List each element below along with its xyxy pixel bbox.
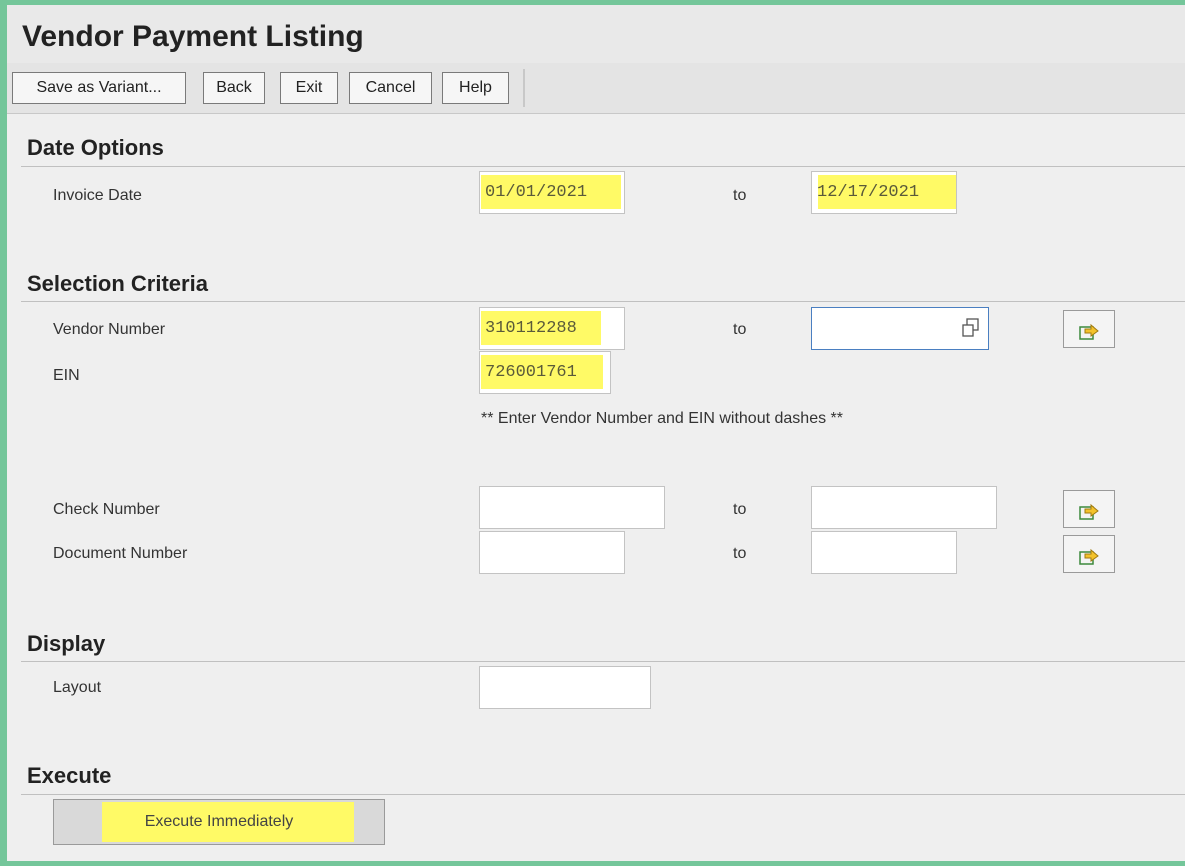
back-button[interactable]: Back bbox=[203, 72, 265, 104]
layout-label: Layout bbox=[53, 679, 102, 696]
display-heading: Display bbox=[27, 631, 106, 656]
date-options-heading: Date Options bbox=[27, 135, 164, 160]
invoice-date-from-input[interactable]: 01/01/2021 bbox=[479, 171, 625, 214]
invoice-date-label: Invoice Date bbox=[53, 187, 142, 204]
selection-criteria-heading: Selection Criteria bbox=[27, 271, 208, 296]
vendor-number-from-value: 310112288 bbox=[485, 319, 577, 338]
check-number-to-label: to bbox=[733, 501, 747, 518]
ein-input[interactable]: 726001761 bbox=[479, 351, 611, 394]
execute-immediately-label: Execute Immediately bbox=[144, 813, 294, 830]
value-help-icon[interactable] bbox=[962, 318, 980, 338]
vendor-number-to-input[interactable] bbox=[811, 307, 989, 350]
check-number-from-input[interactable] bbox=[479, 486, 665, 529]
check-number-label: Check Number bbox=[53, 501, 160, 518]
section-divider bbox=[21, 661, 1185, 662]
vendor-number-to-label: to bbox=[733, 321, 747, 338]
section-divider bbox=[21, 166, 1185, 167]
help-button[interactable]: Help bbox=[442, 72, 509, 104]
input-instruction-note: ** Enter Vendor Number and EIN without d… bbox=[481, 410, 843, 427]
multiple-selection-icon bbox=[1079, 503, 1099, 520]
vendor-number-label: Vendor Number bbox=[53, 321, 166, 338]
multiple-selection-button-document[interactable] bbox=[1063, 535, 1115, 573]
document-number-to-label: to bbox=[733, 545, 747, 562]
cancel-button[interactable]: Cancel bbox=[349, 72, 432, 104]
main-window: Vendor Payment Listing Save as Variant..… bbox=[7, 5, 1185, 861]
invoice-date-to-value: 12/17/2021 bbox=[817, 183, 920, 202]
execute-heading: Execute bbox=[27, 763, 112, 788]
title-bar: Vendor Payment Listing bbox=[7, 5, 1185, 63]
exit-button[interactable]: Exit bbox=[280, 72, 338, 104]
section-divider bbox=[21, 794, 1185, 795]
check-number-to-input[interactable] bbox=[811, 486, 997, 529]
document-number-to-input[interactable] bbox=[811, 531, 957, 574]
invoice-date-to-input[interactable]: 12/17/2021 bbox=[811, 171, 957, 214]
document-number-from-input[interactable] bbox=[479, 531, 625, 574]
save-as-variant-button[interactable]: Save as Variant... bbox=[12, 72, 186, 104]
multiple-selection-icon bbox=[1079, 323, 1099, 340]
section-divider bbox=[21, 301, 1185, 302]
page-title: Vendor Payment Listing bbox=[22, 20, 364, 53]
vendor-number-from-input[interactable]: 310112288 bbox=[479, 307, 625, 350]
layout-input[interactable] bbox=[479, 666, 651, 709]
multiple-selection-icon bbox=[1079, 548, 1099, 565]
multiple-selection-button-vendor[interactable] bbox=[1063, 310, 1115, 348]
ein-label: EIN bbox=[53, 367, 80, 384]
invoice-date-to-label: to bbox=[733, 187, 747, 204]
multiple-selection-button-check[interactable] bbox=[1063, 490, 1115, 528]
document-number-label: Document Number bbox=[53, 545, 188, 562]
execute-immediately-button[interactable]: Execute Immediately bbox=[53, 799, 385, 845]
toolbar: Save as Variant... Back Exit Cancel Help bbox=[7, 63, 1185, 114]
invoice-date-from-value: 01/01/2021 bbox=[485, 183, 588, 202]
ein-value: 726001761 bbox=[485, 363, 577, 382]
toolbar-separator bbox=[523, 69, 525, 107]
